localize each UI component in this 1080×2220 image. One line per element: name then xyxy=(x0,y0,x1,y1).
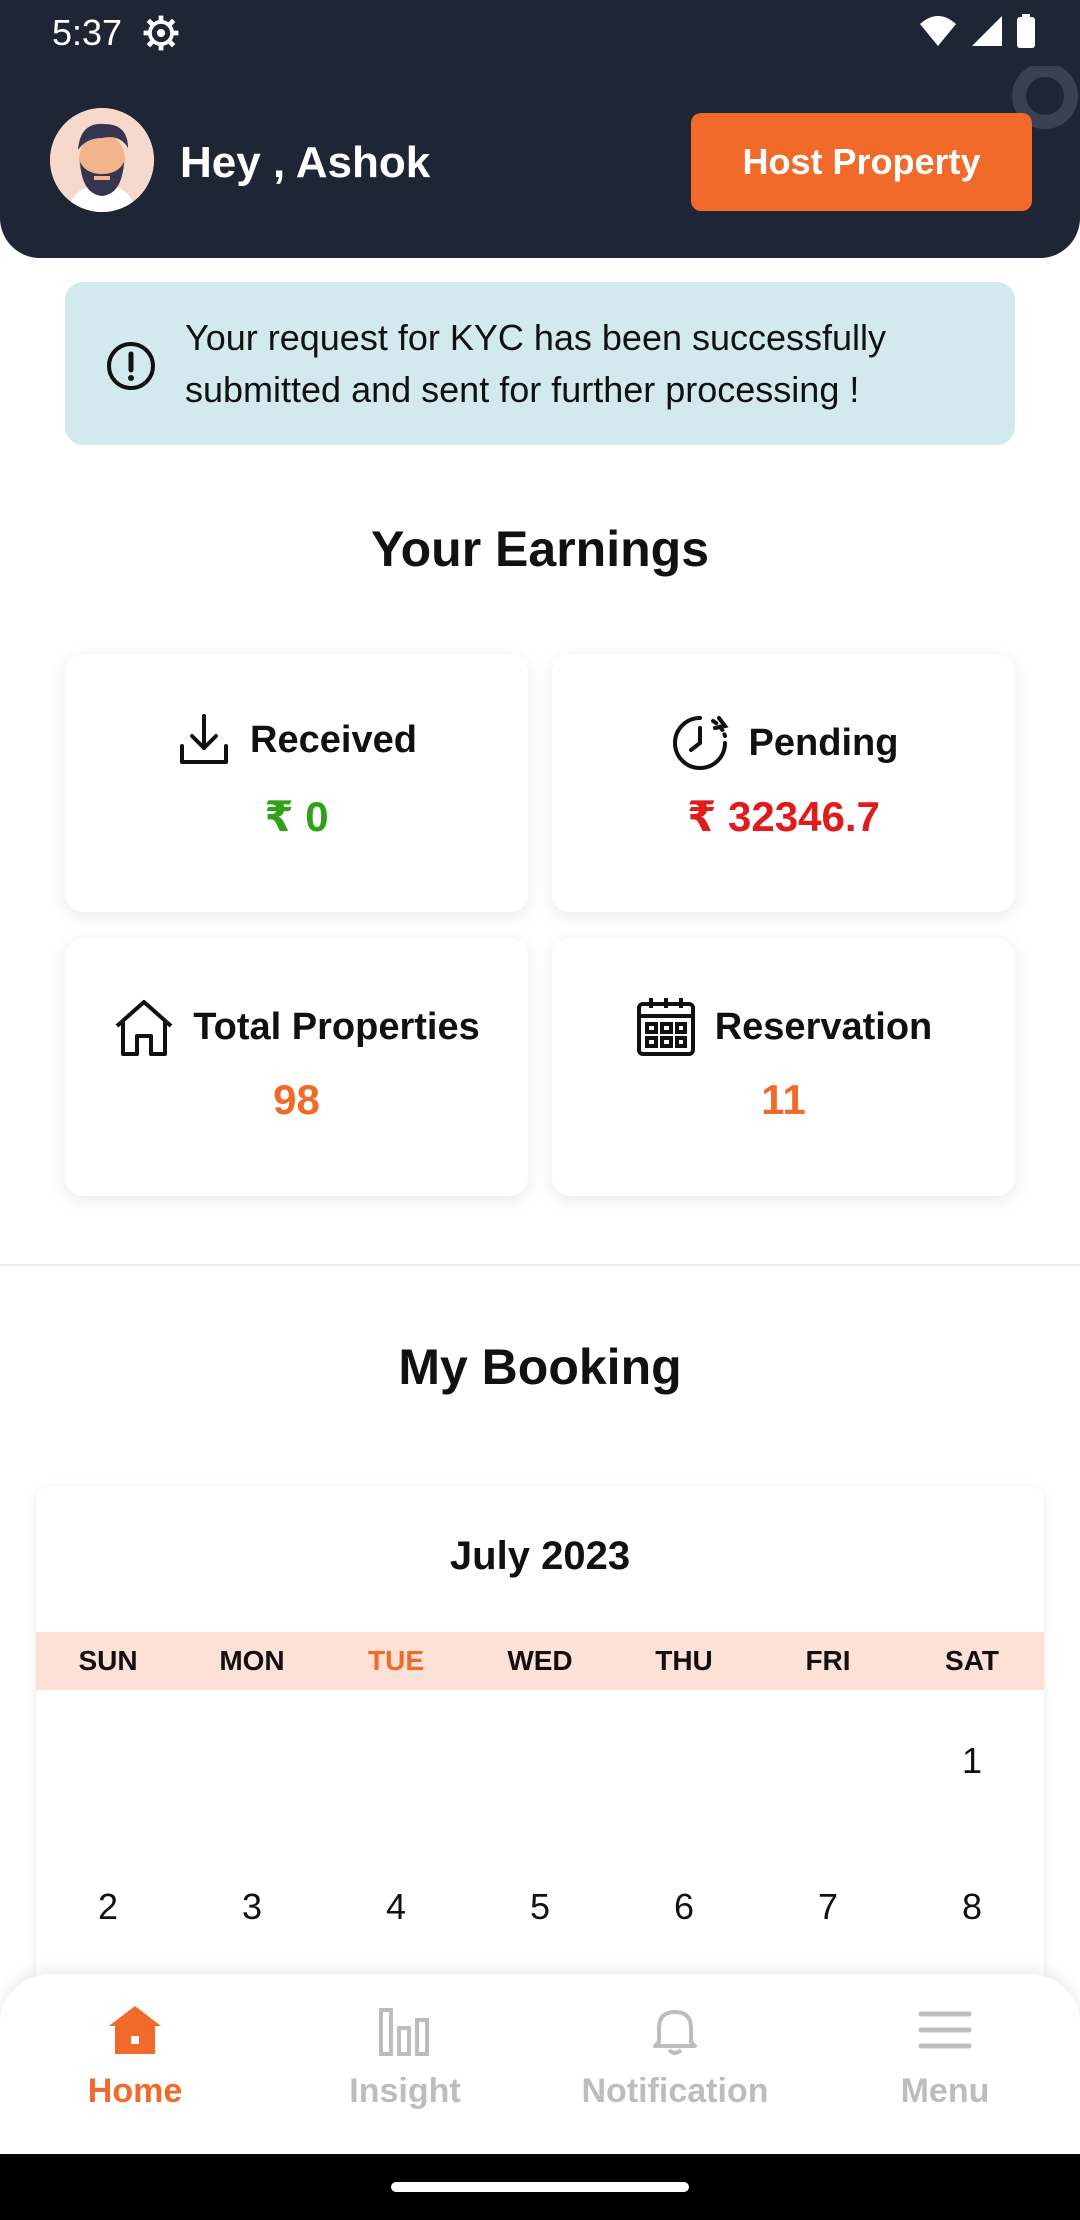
reservation-card[interactable]: Reservation 11 xyxy=(552,938,1015,1196)
calendar-day[interactable]: 5 xyxy=(468,1886,612,1928)
nav-menu-label: Menu xyxy=(900,2072,990,2110)
download-icon xyxy=(180,714,229,764)
total-properties-card[interactable]: Total Properties 98 xyxy=(65,938,528,1196)
calendar-day[interactable]: 3 xyxy=(180,1886,324,1928)
section-divider xyxy=(0,1264,1080,1266)
nav-insight[interactable]: Insight xyxy=(270,2002,540,2111)
home-gesture-handle[interactable] xyxy=(391,2182,689,2192)
calendar-weekday-header: SUN MON TUE WED THU FRI SAT xyxy=(36,1632,1044,1690)
calendar-day[interactable] xyxy=(36,1740,180,1782)
gesture-bar xyxy=(0,2154,1080,2220)
weekday-mon: MON xyxy=(219,1645,285,1676)
pending-card[interactable]: Pending ₹ 32346.7 xyxy=(552,654,1015,912)
total-properties-label: Total Properties xyxy=(193,1005,480,1048)
weekday-wed: WED xyxy=(507,1645,573,1676)
house-icon xyxy=(115,1000,173,1056)
calendar-day[interactable]: 8 xyxy=(900,1886,1044,1928)
earnings-title: Your Earnings xyxy=(370,521,709,577)
kyc-notice: Your request for KYC has been successful… xyxy=(65,282,1015,445)
pending-label: Pending xyxy=(748,721,899,764)
calendar-day[interactable] xyxy=(180,1740,324,1782)
booking-title: My Booking xyxy=(398,1339,682,1395)
avatar[interactable] xyxy=(50,108,154,212)
home-icon xyxy=(109,2006,161,2054)
reservation-label: Reservation xyxy=(714,1005,933,1048)
kyc-message: Your request for KYC has been successful… xyxy=(185,317,887,410)
received-label: Received xyxy=(250,718,417,761)
weekday-sun: SUN xyxy=(78,1645,138,1676)
weekday-tue: TUE xyxy=(368,1645,424,1676)
calendar-day[interactable]: 1 xyxy=(900,1740,1044,1782)
pending-value: ₹ 32346.7 xyxy=(687,793,880,840)
calendar-week-1: 1 xyxy=(36,1740,1044,1782)
calendar-day[interactable] xyxy=(612,1740,756,1782)
total-properties-value: 98 xyxy=(273,1076,320,1123)
calendar-day[interactable]: 4 xyxy=(324,1886,468,1928)
greeting-text: Hey , Ashok xyxy=(180,138,431,187)
nav-menu[interactable]: Menu xyxy=(810,2002,1080,2111)
reservation-value: 11 xyxy=(761,1076,806,1123)
calendar-month-label: July 2023 xyxy=(449,1534,631,1578)
calendar-day[interactable]: 2 xyxy=(36,1886,180,1928)
calendar-day[interactable] xyxy=(756,1740,900,1782)
info-icon xyxy=(107,342,155,390)
signal-icon xyxy=(972,16,1002,46)
received-value: ₹ 0 xyxy=(264,793,329,840)
battery-icon xyxy=(1017,14,1035,48)
calendar-day[interactable]: 6 xyxy=(612,1886,756,1928)
received-card[interactable]: Received ₹ 0 xyxy=(65,654,528,912)
app-header: Hey , Ashok Host Property xyxy=(0,66,1080,258)
weekday-thu: THU xyxy=(655,1645,713,1676)
calendar-week-2: 2 3 4 5 6 7 8 xyxy=(36,1886,1044,1928)
bottom-navigation: Home Insight Notification Menu xyxy=(0,1974,1080,2154)
nav-notification-label: Notification xyxy=(581,2072,769,2110)
menu-icon xyxy=(918,2011,972,2049)
calendar-icon xyxy=(636,998,695,1056)
bar-chart-icon xyxy=(379,2008,429,2056)
clock-refresh-icon xyxy=(672,716,729,770)
status-time: 5:37 xyxy=(52,12,123,53)
calendar-day[interactable] xyxy=(468,1740,612,1782)
weekday-fri: FRI xyxy=(805,1645,851,1676)
weekday-sat: SAT xyxy=(945,1645,999,1676)
settings-gear-icon xyxy=(143,15,179,51)
host-property-button[interactable]: Host Property xyxy=(691,113,1032,211)
wifi-icon xyxy=(920,16,956,46)
booking-calendar: July 2023 SUN MON TUE WED THU FRI SAT 1 … xyxy=(36,1486,1044,2046)
nav-insight-label: Insight xyxy=(349,2072,461,2110)
calendar-day[interactable]: 7 xyxy=(756,1886,900,1928)
nav-home-label: Home xyxy=(87,2072,183,2110)
nav-notification[interactable]: Notification xyxy=(540,2002,810,2111)
status-bar: 5:37 xyxy=(0,0,1080,66)
calendar-day[interactable] xyxy=(324,1740,468,1782)
bell-icon xyxy=(653,2010,697,2055)
nav-home[interactable]: Home xyxy=(0,2002,270,2111)
